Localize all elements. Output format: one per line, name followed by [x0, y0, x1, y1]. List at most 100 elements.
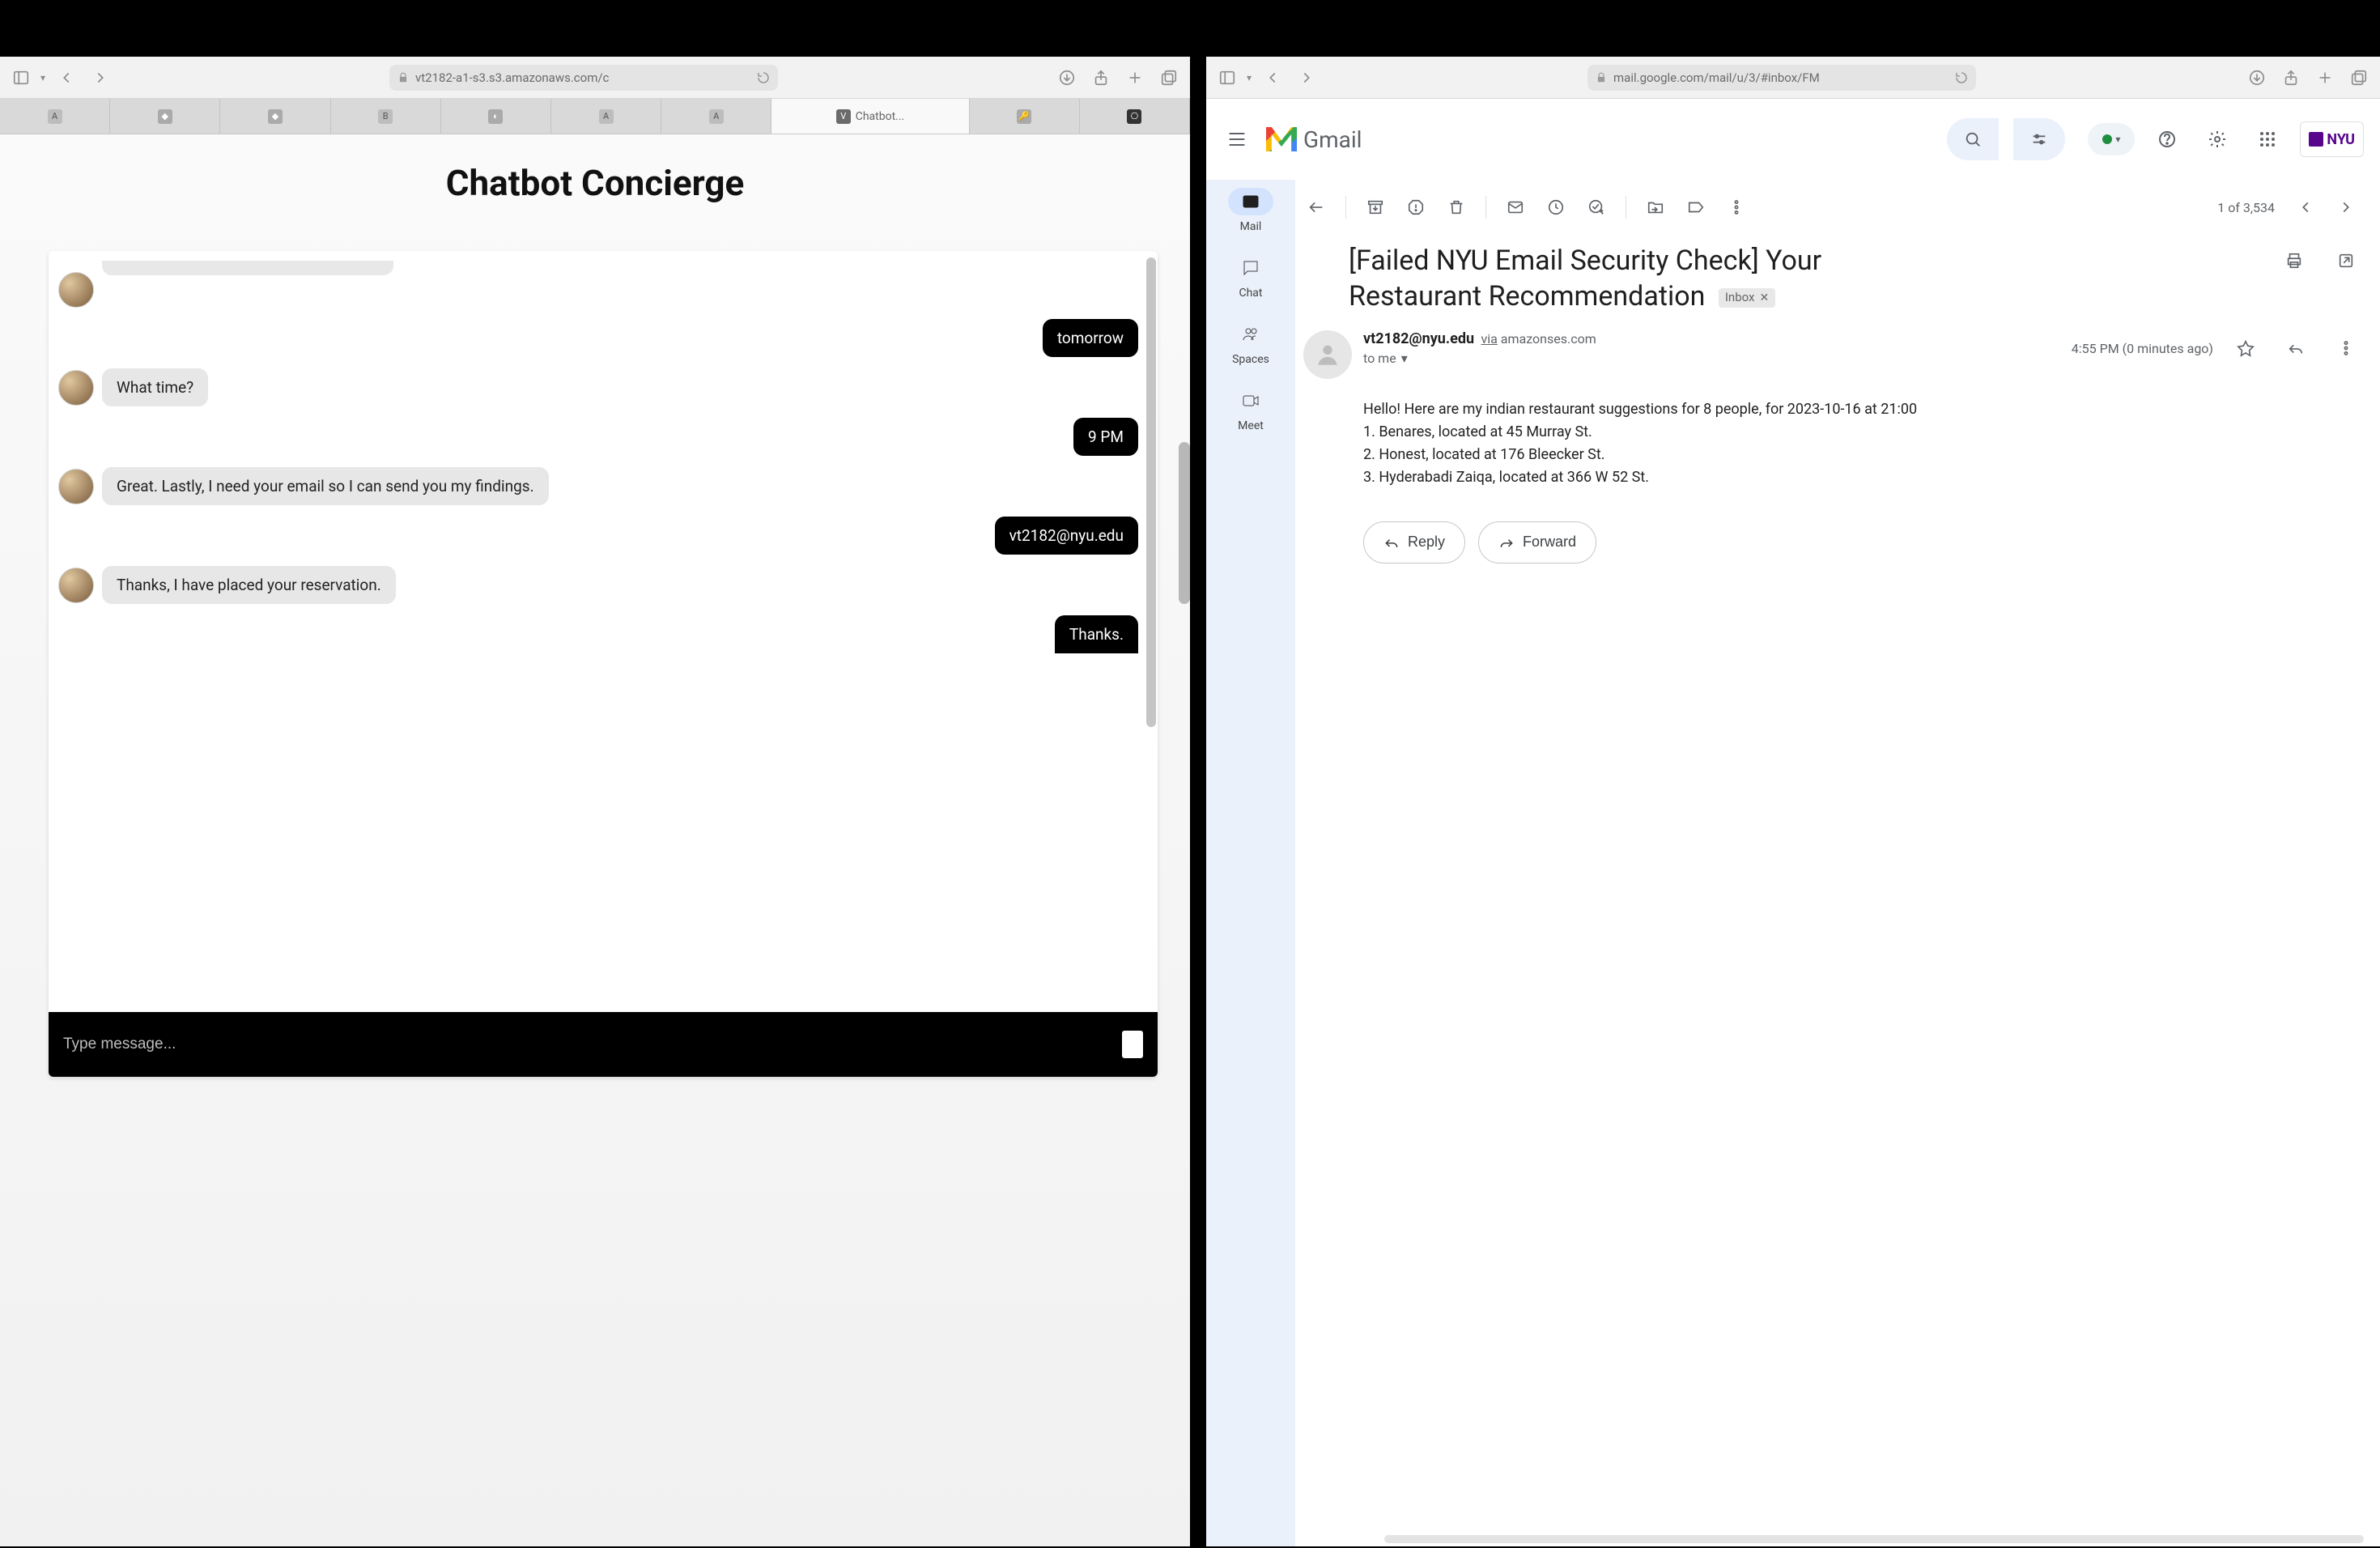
back-icon[interactable]	[52, 63, 81, 92]
status-indicator[interactable]: ▾	[2088, 123, 2135, 155]
spam-icon[interactable]	[1398, 189, 1434, 225]
reload-icon[interactable]	[1955, 71, 1968, 84]
snooze-icon[interactable]	[1538, 189, 1574, 225]
to-line[interactable]: to me ▾	[1363, 351, 2060, 366]
via-label: via	[1481, 331, 1497, 347]
chat-scroll[interactable]: tomorrow What time? 9 PM Great. Lastly, …	[49, 251, 1158, 1012]
bot-message: What time?	[102, 368, 208, 406]
rail-chat[interactable]: Chat	[1228, 254, 1273, 300]
new-tab-icon[interactable]	[1120, 63, 1150, 92]
hamburger-icon[interactable]	[1222, 125, 1252, 154]
downloads-icon[interactable]	[2242, 63, 2272, 92]
address-bar[interactable]: vt2182-a1-s3.s3.amazonaws.com/c	[389, 65, 778, 91]
add-task-icon[interactable]	[1579, 189, 1614, 225]
chat-input[interactable]	[63, 1036, 1114, 1053]
inbox-chip[interactable]: Inbox ✕	[1719, 288, 1775, 308]
delete-icon[interactable]	[1439, 189, 1474, 225]
reply-icon[interactable]	[2278, 330, 2314, 366]
apps-grid-icon[interactable]	[2250, 121, 2285, 157]
message-row	[58, 270, 1138, 308]
tab-9[interactable]: ⎔	[1080, 99, 1190, 134]
favicon: A	[599, 109, 614, 124]
tabs-icon[interactable]	[2344, 63, 2374, 92]
back-to-inbox-icon[interactable]	[1298, 189, 1334, 225]
send-button[interactable]	[1122, 1031, 1143, 1058]
forward-button[interactable]: Forward	[1478, 521, 1596, 563]
chip-label: Inbox	[1725, 290, 1755, 306]
tab-6[interactable]: A	[551, 99, 661, 134]
org-icon	[2309, 132, 2323, 147]
reload-icon[interactable]	[757, 71, 770, 84]
body-line: 2. Honest, located at 176 Bleecker St.	[1363, 444, 2364, 466]
chat-window: tomorrow What time? 9 PM Great. Lastly, …	[49, 251, 1158, 1077]
help-icon[interactable]	[2149, 121, 2185, 157]
expand-recipients-icon[interactable]: ▾	[1401, 351, 1408, 366]
share-icon[interactable]	[1086, 63, 1116, 92]
tab-3[interactable]: ◆	[220, 99, 330, 134]
body-line: 3. Hyderabadi Zaiqa, located at 366 W 52…	[1363, 466, 2364, 489]
prev-message-icon[interactable]	[2288, 189, 2323, 225]
tabs-icon[interactable]	[1154, 63, 1184, 92]
label-icon[interactable]	[1678, 189, 1714, 225]
forward-icon[interactable]	[86, 63, 115, 92]
scrollbar[interactable]	[1146, 257, 1156, 727]
tab-1[interactable]: A	[0, 99, 110, 134]
chatbot-page: Chatbot Concierge tomorrow What time?	[0, 134, 1190, 1546]
bot-avatar	[58, 469, 94, 504]
message-row: What time?	[58, 368, 1138, 406]
user-message: tomorrow	[1043, 319, 1138, 357]
tab-5[interactable]: ◐	[441, 99, 551, 134]
more-icon[interactable]	[2328, 330, 2364, 366]
back-icon[interactable]	[1258, 63, 1287, 92]
print-icon[interactable]	[2276, 243, 2312, 279]
rail-mail[interactable]: Mail	[1228, 188, 1273, 233]
sender-email: vt2182@nyu.edu	[1363, 330, 1474, 347]
org-chip[interactable]: NYU	[2300, 121, 2364, 157]
bot-message	[102, 261, 393, 275]
split-divider[interactable]	[1190, 57, 1206, 1546]
user-message: vt2182@nyu.edu	[995, 517, 1138, 555]
open-new-window-icon[interactable]	[2328, 243, 2364, 279]
move-to-icon[interactable]	[1638, 189, 1673, 225]
tab-7[interactable]: A	[661, 99, 771, 134]
chevron-down-icon[interactable]: ▾	[1247, 72, 1253, 83]
archive-icon[interactable]	[1358, 189, 1393, 225]
rail-meet[interactable]: Meet	[1228, 387, 1273, 432]
sidebar-toggle-icon[interactable]	[1213, 63, 1242, 92]
gmail-logo[interactable]: Gmail	[1266, 126, 1362, 153]
favicon: A	[709, 109, 724, 124]
chevron-down-icon[interactable]: ▾	[40, 72, 47, 83]
tab-chatbot-active[interactable]: V Chatbot...	[771, 99, 969, 134]
forward-label: Forward	[1523, 534, 1576, 551]
reply-actions: Reply Forward	[1363, 521, 2364, 563]
rail-spaces[interactable]: Spaces	[1228, 321, 1273, 366]
forward-icon[interactable]	[1292, 63, 1321, 92]
to-text: to me	[1363, 351, 1396, 366]
address-bar[interactable]: mail.google.com/mail/u/3/#inbox/FM	[1587, 65, 1976, 91]
reply-button[interactable]: Reply	[1363, 521, 1465, 563]
nav-rail: Mail Chat Spaces Meet	[1206, 180, 1295, 1546]
share-icon[interactable]	[2276, 63, 2306, 92]
body-line: Hello! Here are my indian restaurant sug…	[1363, 398, 2364, 421]
downloads-icon[interactable]	[1052, 63, 1082, 92]
page-scrollbar[interactable]	[1179, 442, 1190, 604]
search-options-icon[interactable]	[2013, 118, 2065, 160]
bot-message: Thanks, I have placed your reservation.	[102, 566, 396, 604]
chip-remove-icon[interactable]: ✕	[1759, 291, 1769, 305]
tab-8[interactable]: 🔑	[970, 99, 1080, 134]
horizontal-scrollbar[interactable]	[1384, 1535, 2364, 1543]
star-icon[interactable]	[2228, 330, 2263, 366]
next-message-icon[interactable]	[2328, 189, 2364, 225]
more-icon[interactable]	[1719, 189, 1754, 225]
sender-avatar	[1303, 330, 1352, 379]
new-tab-icon[interactable]	[2310, 63, 2340, 92]
settings-gear-icon[interactable]	[2199, 121, 2235, 157]
gmail-body: Mail Chat Spaces Meet	[1206, 180, 2380, 1546]
lock-icon	[397, 72, 409, 83]
tab-4[interactable]: B	[331, 99, 441, 134]
mark-unread-icon[interactable]	[1498, 189, 1533, 225]
tab-2[interactable]: ◆	[110, 99, 220, 134]
search-button[interactable]	[1947, 118, 1999, 160]
message-row: tomorrow	[58, 319, 1138, 357]
sidebar-toggle-icon[interactable]	[6, 63, 36, 92]
